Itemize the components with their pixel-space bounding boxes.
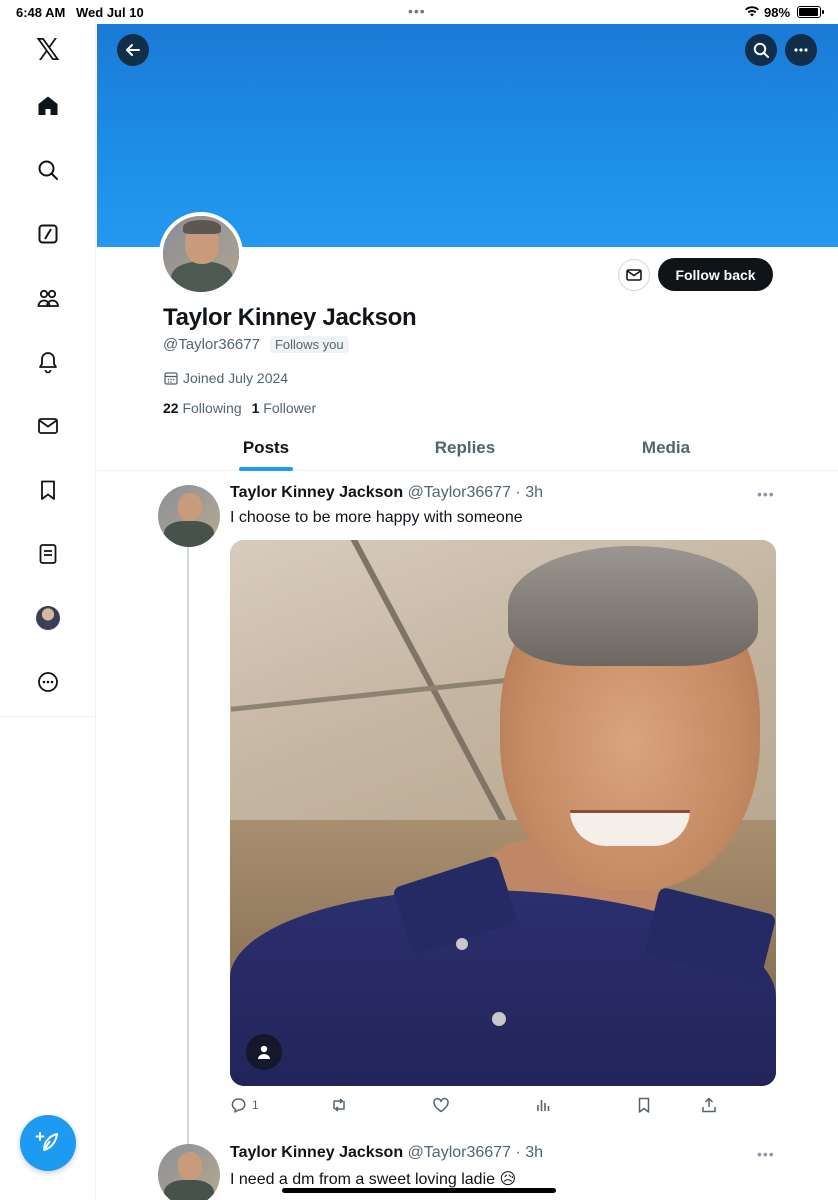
bookmarks-icon[interactable] xyxy=(28,470,68,510)
post-more-button[interactable]: ••• xyxy=(757,1146,777,1162)
follow-back-button[interactable]: Follow back xyxy=(658,258,773,291)
reply-button[interactable]: 1 xyxy=(230,1096,259,1114)
bookmark-button[interactable] xyxy=(635,1096,653,1114)
sidebar-divider xyxy=(0,716,96,717)
following-link[interactable]: 22 Following xyxy=(163,400,242,416)
follows-you-badge: Follows you xyxy=(269,336,349,353)
post-header: Taylor Kinney Jackson @Taylor36677 · 3h xyxy=(230,484,543,502)
communities-icon[interactable] xyxy=(28,278,68,318)
thread-line xyxy=(187,546,189,1144)
more-horizontal-icon xyxy=(794,48,808,52)
post-author-name[interactable]: Taylor Kinney Jackson xyxy=(230,484,403,501)
status-date: Wed Jul 10 xyxy=(76,5,144,20)
bookmark-icon xyxy=(638,1097,650,1113)
post-text: I need a dm from a sweet loving ladie 😥 xyxy=(230,1171,517,1188)
home-icon[interactable] xyxy=(28,86,68,126)
nav-avatar xyxy=(36,606,60,630)
grok-icon[interactable] xyxy=(28,214,68,254)
profile-avatar-icon[interactable] xyxy=(28,598,68,638)
tab-media[interactable]: Media xyxy=(629,424,703,471)
home-indicator[interactable] xyxy=(282,1188,556,1193)
notifications-icon[interactable] xyxy=(28,342,68,382)
sidebar: 𝕏 xyxy=(0,24,96,1200)
multitasking-dots[interactable]: ••• xyxy=(408,3,426,19)
battery-icon xyxy=(797,6,824,18)
reply-count: 1 xyxy=(252,1098,259,1112)
wifi-icon xyxy=(745,6,759,17)
post-header: Taylor Kinney Jackson @Taylor36677 · 3h xyxy=(230,1144,543,1162)
tab-posts-label: Posts xyxy=(242,437,290,457)
post-author-name[interactable]: Taylor Kinney Jackson xyxy=(230,1144,403,1161)
tab-posts[interactable]: Posts xyxy=(235,424,297,471)
message-button[interactable] xyxy=(618,259,650,291)
messages-icon[interactable] xyxy=(28,406,68,446)
share-button[interactable] xyxy=(700,1096,718,1114)
lists-icon[interactable] xyxy=(28,534,68,574)
x-logo: 𝕏 xyxy=(35,32,61,68)
back-arrow-icon xyxy=(126,44,140,56)
search-icon[interactable] xyxy=(28,150,68,190)
post-author-meta: @Taylor36677 · 3h xyxy=(407,484,543,501)
reply-icon xyxy=(231,1098,246,1113)
calendar-icon xyxy=(164,372,178,385)
joined-date: Joined July 2024 xyxy=(163,370,288,386)
post-avatar[interactable] xyxy=(158,1144,220,1200)
followers-count: 1 xyxy=(251,400,260,416)
following-label: Following xyxy=(182,400,242,416)
analytics-icon xyxy=(537,1100,550,1111)
search-icon xyxy=(753,42,769,58)
repost-button[interactable] xyxy=(330,1096,348,1114)
post-avatar[interactable] xyxy=(158,485,220,547)
profile-more-button[interactable] xyxy=(785,34,817,66)
share-icon xyxy=(702,1097,716,1113)
tab-replies-label: Replies xyxy=(434,437,496,457)
post-text: I choose to be more happy with someone xyxy=(230,509,523,526)
active-tab-indicator xyxy=(239,467,293,471)
repost-icon xyxy=(333,1098,345,1112)
follow-counts: 22 Following 1 Follower xyxy=(163,400,316,416)
status-bar: 6:48 AM Wed Jul 10 ••• 98% xyxy=(0,0,838,24)
views-button[interactable] xyxy=(534,1096,552,1114)
more-icon[interactable] xyxy=(28,662,68,702)
person-icon xyxy=(258,1045,270,1059)
followers-link[interactable]: 1 Follower xyxy=(252,400,317,416)
post-more-button[interactable]: ••• xyxy=(757,486,777,502)
compose-icon xyxy=(35,1132,58,1151)
post-author-meta: @Taylor36677 · 3h xyxy=(407,1144,543,1161)
tagged-people-button[interactable] xyxy=(246,1034,282,1070)
like-button[interactable] xyxy=(432,1096,450,1114)
back-button[interactable] xyxy=(117,34,149,66)
handle-row: @Taylor36677 Follows you xyxy=(163,336,349,353)
profile-avatar[interactable] xyxy=(159,212,243,296)
post-media-image[interactable] xyxy=(230,540,776,1086)
tab-media-label: Media xyxy=(641,437,691,457)
display-name: Taylor Kinney Jackson xyxy=(163,304,417,331)
compose-button[interactable] xyxy=(20,1115,76,1171)
profile-search-button[interactable] xyxy=(745,34,777,66)
post-actions: 1 xyxy=(230,1096,790,1116)
envelope-icon xyxy=(626,269,642,281)
tab-replies[interactable]: Replies xyxy=(425,424,505,471)
x-logo-icon[interactable]: 𝕏 xyxy=(28,30,68,70)
battery-percent: 98% xyxy=(764,5,791,20)
heart-icon xyxy=(433,1097,449,1113)
following-count: 22 xyxy=(163,400,179,416)
followers-label: Follower xyxy=(263,400,317,416)
joined-text: Joined July 2024 xyxy=(183,370,289,386)
profile-tabs: Posts Replies Media xyxy=(97,424,838,471)
profile-main: Follow back Taylor Kinney Jackson @Taylo… xyxy=(97,24,838,1200)
status-time: 6:48 AM xyxy=(16,5,66,20)
profile-handle: @Taylor36677 xyxy=(163,336,260,353)
